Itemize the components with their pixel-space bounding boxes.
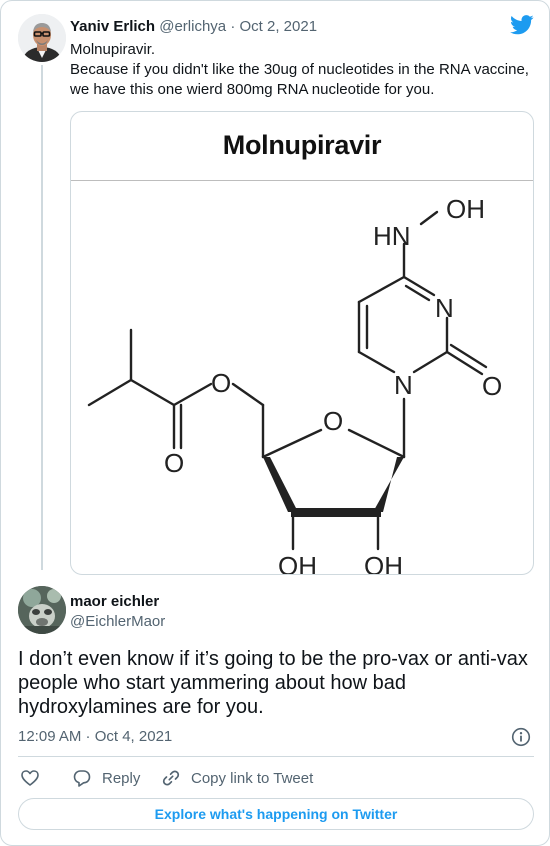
explore-twitter-button[interactable]: Explore what's happening on Twitter bbox=[18, 798, 534, 830]
author-avatar[interactable] bbox=[18, 586, 66, 634]
reply-button[interactable]: Reply bbox=[72, 767, 140, 789]
quoted-text-line: Molnupiravir. bbox=[70, 41, 156, 58]
molnupiravir-structure: OH HN N N O O O O OH OH bbox=[87, 194, 502, 575]
tweet-text: I don’t even know if it’s going to be th… bbox=[18, 647, 538, 719]
quoted-tweet-header: Yaniv Erlich @erlichya · Oct 2, 2021 bbox=[70, 17, 317, 37]
link-icon bbox=[162, 770, 180, 786]
quoted-author-handle[interactable]: @erlichya bbox=[159, 18, 226, 35]
quoted-text-line: we have this one wierd 800mg RNA nucleot… bbox=[70, 81, 435, 98]
atom-n-lower: N bbox=[394, 370, 413, 400]
copy-link-label: Copy link to Tweet bbox=[191, 769, 314, 787]
tweet-timestamp[interactable]: 12:09 AM · Oct 4, 2021 bbox=[18, 727, 172, 747]
info-icon[interactable] bbox=[511, 727, 531, 747]
tweet-text-line: hydroxylamines are for you. bbox=[18, 696, 264, 718]
meta-separator: · bbox=[230, 18, 236, 35]
atom-n-upper: N bbox=[435, 293, 454, 323]
atom-o-ester-carbonyl: O bbox=[164, 448, 184, 478]
atom-o-ester: O bbox=[211, 368, 231, 398]
twitter-bird-icon[interactable] bbox=[510, 15, 534, 35]
quoted-tweet-text: Molnupiravir. Because if you didn't like… bbox=[70, 40, 540, 100]
reply-label: Reply bbox=[102, 769, 141, 787]
heart-icon bbox=[21, 770, 39, 786]
atom-oh-right: OH bbox=[364, 551, 403, 575]
tweet-text-line: people who start yammering about how bad bbox=[18, 672, 407, 694]
tweet-text-line: I don’t even know if it’s going to be th… bbox=[18, 648, 528, 670]
quoted-text-line: Because if you didn't like the 30ug of n… bbox=[70, 61, 529, 78]
quoted-tweet-date[interactable]: Oct 2, 2021 bbox=[239, 18, 317, 35]
reply-icon bbox=[73, 770, 91, 787]
atom-oh-top: OH bbox=[446, 194, 485, 224]
author-handle[interactable]: @EichlerMaor bbox=[70, 612, 165, 632]
like-button[interactable] bbox=[20, 767, 40, 789]
thread-connector-line bbox=[41, 65, 43, 570]
copy-link-button[interactable]: Copy link to Tweet bbox=[161, 767, 313, 789]
quoted-author-avatar[interactable] bbox=[18, 14, 66, 62]
atom-o-ring-carbonyl: O bbox=[482, 371, 502, 401]
author-name[interactable]: maor eichler bbox=[70, 592, 159, 612]
quoted-author-name[interactable]: Yaniv Erlich bbox=[70, 18, 155, 35]
atom-hn: HN bbox=[373, 221, 411, 251]
atom-o-ring: O bbox=[323, 406, 343, 436]
tweet-media-image[interactable]: Molnupiravir OH HN N N O O O O OH OH bbox=[70, 111, 534, 575]
atom-oh-left: OH bbox=[278, 551, 317, 575]
tweet-embed-card: Yaniv Erlich @erlichya · Oct 2, 2021 Mol… bbox=[0, 0, 550, 846]
actions-divider bbox=[18, 756, 534, 757]
